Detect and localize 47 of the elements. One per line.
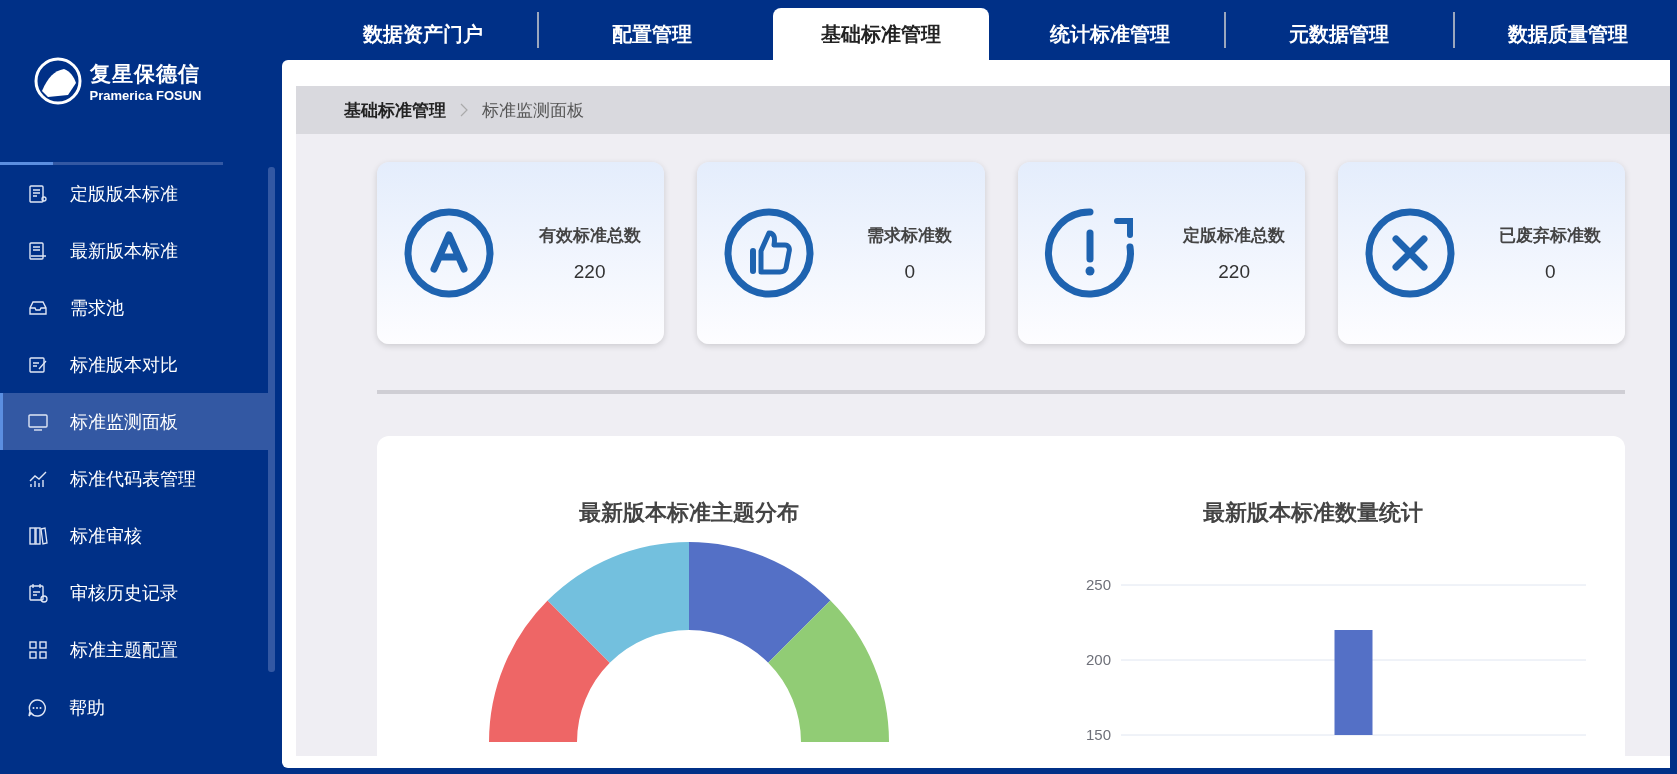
- edit-document-icon: [28, 354, 48, 375]
- stat-value: 220: [573, 260, 606, 283]
- document-new-icon: [28, 240, 48, 261]
- sidebar-item[interactable]: 标准监测面板: [0, 393, 268, 450]
- sidebar-item[interactable]: 标准代码表管理: [0, 450, 268, 507]
- stat-label: 定版标准总数: [1183, 224, 1286, 247]
- close-circle-icon: [1363, 207, 1456, 299]
- logo-mark-icon: [33, 57, 82, 105]
- nav-tab[interactable]: 数据资产门户: [315, 8, 531, 60]
- sidebar-item[interactable]: 需求池: [0, 279, 268, 336]
- binders-icon: [28, 525, 48, 546]
- monitor-icon: [28, 411, 48, 432]
- stat-label: 需求标准数: [867, 224, 953, 247]
- sidebar-item[interactable]: 最新版本标准: [0, 222, 268, 279]
- help-item[interactable]: 帮助: [0, 696, 275, 720]
- sidebar-item[interactable]: 定版版本标准: [0, 165, 268, 222]
- stat-value: 220: [1218, 260, 1250, 283]
- nav-tab[interactable]: 数据质量管理: [1460, 8, 1676, 60]
- stat-value: 0: [904, 260, 916, 283]
- stat-value: 0: [1545, 260, 1556, 283]
- axis-tick-label: 150: [1085, 726, 1111, 743]
- logo-name: 复星保德信: [89, 60, 201, 87]
- letter-a-circle-icon: [403, 207, 495, 299]
- axis-tick-label: 200: [1085, 651, 1111, 668]
- nav-tab[interactable]: 基础标准管理: [773, 8, 989, 60]
- calendar-clock-icon: [28, 582, 48, 603]
- sidebar-item[interactable]: 审核历史记录: [0, 564, 268, 621]
- grid-icon: [28, 639, 48, 660]
- breadcrumb-item[interactable]: 基础标准管理: [344, 98, 446, 122]
- scrollbar[interactable]: [268, 167, 275, 672]
- chart-title: 最新版本标准数量统计: [1203, 499, 1423, 527]
- sidebar-item[interactable]: 标准版本对比: [0, 336, 268, 393]
- logo-subtitle: Pramerica FOSUN: [89, 87, 202, 103]
- axis-tick-label: 250: [1085, 576, 1111, 593]
- sidebar-item[interactable]: 标准主题配置: [0, 621, 268, 678]
- chevron-right-icon: [460, 103, 468, 117]
- chat-bubble-icon: [27, 698, 47, 718]
- nav-tab[interactable]: 元数据管理: [1231, 8, 1447, 60]
- thumbs-up-icon: [723, 207, 816, 299]
- document-user-icon: [28, 183, 48, 204]
- sidebar-item[interactable]: 标准审核: [0, 507, 268, 564]
- nav-tab[interactable]: 统计标准管理: [1002, 8, 1218, 60]
- chart-title: 最新版本标准主题分布: [579, 499, 799, 527]
- breadcrumb-item: 标准监测面板: [482, 99, 584, 122]
- stat-label: 有效标准总数: [538, 224, 641, 247]
- stat-label: 已废弃标准数: [1499, 224, 1602, 247]
- nav-tab[interactable]: 配置管理: [544, 8, 760, 60]
